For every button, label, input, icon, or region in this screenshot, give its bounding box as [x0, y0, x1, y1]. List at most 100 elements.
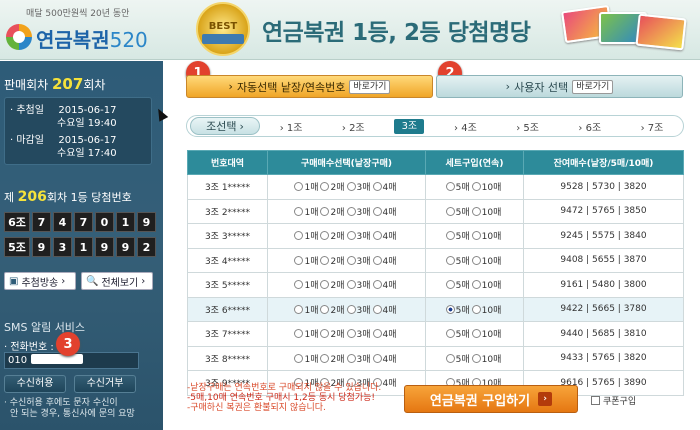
table-row: 3조 6***** 1매 2매 3매 4매 5매 10매 9422 | 5665 | 3780: [187, 296, 684, 322]
radio-label: 4매: [382, 281, 397, 292]
group-tab-label: 6조: [585, 122, 602, 134]
tab-auto-select[interactable]: › 자동선택 낱장/연속번호 바로가기: [186, 75, 433, 98]
radio-icon: [445, 255, 455, 265]
arrow-right-icon: ›: [228, 80, 233, 93]
chevron-right-icon: ›: [141, 275, 146, 287]
radio-icon: [445, 353, 455, 363]
sms-accept-button[interactable]: 수신허용: [4, 375, 66, 393]
group-tab[interactable]: › 1조: [260, 119, 322, 134]
winning-prefix: 제: [4, 191, 15, 204]
group-tab[interactable]: › 7조: [621, 119, 683, 134]
radio-icon: [372, 304, 382, 314]
set-qty-radio[interactable]: 10매: [471, 329, 501, 340]
single-qty-radio[interactable]: 4매: [372, 182, 397, 193]
single-qty-radio[interactable]: 2매: [320, 206, 345, 218]
group-tab-label: 3조: [401, 120, 418, 132]
single-qty-radio[interactable]: 1매: [294, 255, 318, 267]
winning-digit: 1: [74, 237, 93, 257]
single-qty-radio[interactable]: 1매: [294, 206, 318, 218]
single-qty-radio[interactable]: 3매: [346, 255, 371, 267]
buy-button[interactable]: 연금복권 구입하기 ›: [404, 385, 578, 413]
set-qty-radio[interactable]: 5매: [445, 231, 470, 242]
single-qty-radio[interactable]: 2매: [320, 353, 345, 365]
single-qty-radio[interactable]: 3매: [346, 231, 371, 242]
set-purchase-cell: 5매 10매: [425, 247, 524, 273]
single-qty-radio[interactable]: 4매: [372, 231, 397, 242]
single-qty-radio[interactable]: 2매: [320, 231, 345, 242]
radio-icon: [346, 255, 356, 265]
remaining-cell: 9245 | 5575 | 3840: [523, 223, 684, 249]
tab-user-select[interactable]: › 사용자 선택 바로가기: [436, 75, 683, 98]
set-qty-radio[interactable]: 5매: [445, 329, 470, 340]
set-qty-radio[interactable]: 10매: [471, 231, 501, 242]
single-qty-radio[interactable]: 4매: [372, 304, 397, 316]
set-qty-radio[interactable]: 10매: [471, 280, 501, 291]
radio-icon: [346, 280, 356, 290]
remaining-cell: 9440 | 5685 | 3810: [523, 321, 684, 347]
group-tab-label: 4조: [461, 122, 477, 134]
sms-reject-button[interactable]: 수신거부: [74, 375, 136, 393]
band-cell: 3조 6*****: [187, 296, 268, 322]
single-qty-radio[interactable]: 1매: [294, 182, 318, 193]
single-qty-radio[interactable]: 3매: [346, 353, 371, 365]
set-qty-radio[interactable]: 10매: [471, 255, 501, 267]
broadcast-button[interactable]: ▣ 추첨방송 ›: [4, 272, 76, 290]
table-row: 3조 2***** 1매 2매 3매 4매 5매 10매 9472 | 5765 | 3850: [187, 198, 684, 224]
go-button-user[interactable]: 바로가기: [572, 79, 614, 94]
group-tab[interactable]: › 5조: [497, 119, 559, 134]
single-qty-radio[interactable]: 4매: [372, 255, 397, 267]
single-qty-radio[interactable]: 4매: [372, 329, 397, 340]
radio-icon: [445, 280, 455, 290]
single-qty-radio[interactable]: 2매: [320, 182, 345, 193]
radio-icon: [372, 255, 382, 265]
radio-icon: [471, 182, 481, 192]
radio-label: 5매: [455, 305, 470, 316]
single-qty-radio[interactable]: 2매: [320, 329, 345, 340]
radio-icon: [445, 231, 455, 241]
ticket-image: [635, 13, 687, 51]
set-qty-radio[interactable]: 10매: [471, 353, 501, 365]
radio-icon: [294, 280, 304, 290]
set-qty-radio[interactable]: 10매: [471, 304, 501, 316]
set-qty-radio[interactable]: 10매: [471, 182, 501, 193]
winning-digit: 1: [116, 212, 135, 232]
single-qty-radio[interactable]: 3매: [346, 280, 371, 291]
single-qty-radio[interactable]: 1매: [294, 329, 318, 340]
single-qty-radio[interactable]: 3매: [346, 304, 371, 316]
single-qty-radio[interactable]: 1매: [294, 231, 318, 242]
set-qty-radio[interactable]: 5매: [445, 182, 470, 193]
coupon-checkbox[interactable]: 쿠폰구입: [591, 394, 636, 407]
group-tab[interactable]: › 2조: [322, 119, 384, 134]
single-qty-radio[interactable]: 2매: [320, 255, 345, 267]
tab-user-label: 사용자 선택: [514, 80, 569, 94]
set-qty-radio[interactable]: 5매: [445, 206, 470, 218]
set-qty-radio[interactable]: 5매: [445, 353, 470, 365]
single-qty-radio[interactable]: 3매: [346, 206, 371, 218]
set-qty-radio[interactable]: 5매: [445, 280, 470, 291]
single-qty-radio[interactable]: 2매: [320, 304, 345, 316]
single-purchase-cell: 1매 2매 3매 4매: [267, 321, 426, 347]
group-tab[interactable]: › 6조: [559, 119, 621, 134]
winning-digit: 9: [95, 237, 114, 257]
set-qty-radio[interactable]: 5매: [445, 255, 470, 267]
single-qty-radio[interactable]: 3매: [346, 329, 371, 340]
radio-icon: [320, 231, 330, 241]
single-qty-radio[interactable]: 1매: [294, 280, 318, 291]
single-qty-radio[interactable]: 4매: [372, 280, 397, 292]
table-row: 3조 1***** 1매 2매 3매 4매 5매 10매 9528 | 5730 | 3820: [187, 174, 684, 200]
single-qty-radio[interactable]: 2매: [320, 280, 345, 291]
single-qty-radio[interactable]: 3매: [346, 182, 371, 193]
sidebar: 판매회차 207회차 · 추첨일 2015-06-17 수요일 19:40 · 마…: [0, 61, 163, 430]
single-qty-radio[interactable]: 4매: [372, 353, 397, 365]
single-qty-radio[interactable]: 4매: [372, 206, 397, 218]
group-tab-selected[interactable]: 3조: [394, 118, 425, 134]
set-qty-radio[interactable]: 10매: [471, 206, 501, 218]
view-all-button[interactable]: 🔍 전체보기 ›: [81, 272, 153, 290]
go-button-auto[interactable]: 바로가기: [349, 79, 391, 94]
group-tab[interactable]: › 4조: [434, 119, 496, 134]
radio-label: 4매: [382, 305, 397, 316]
single-qty-radio[interactable]: 1매: [294, 353, 318, 365]
set-qty-radio[interactable]: 5매: [445, 304, 470, 316]
single-qty-radio[interactable]: 1매: [294, 304, 318, 316]
brand-logo[interactable]: 매달 500만원씩 20년 동안 연금복권520: [4, 6, 154, 56]
